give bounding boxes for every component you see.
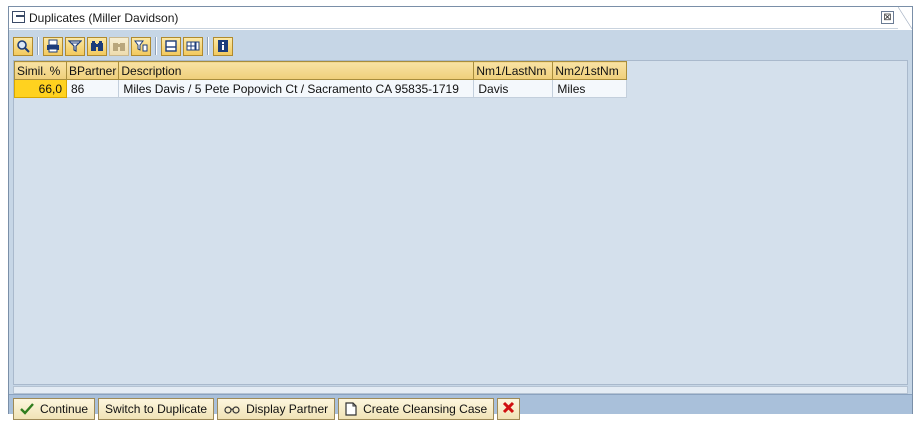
find-next-icon[interactable] <box>109 36 129 56</box>
toolbar-separator <box>37 37 39 55</box>
switch-to-duplicate-button[interactable]: Switch to Duplicate <box>98 398 215 420</box>
table-header-row: Simil. % BPartner Description Nm1/LastNm… <box>14 61 628 80</box>
binoculars-icon[interactable] <box>87 36 107 56</box>
window-icon <box>12 11 25 23</box>
new-document-icon <box>345 402 357 416</box>
switch-to-duplicate-label: Switch to Duplicate <box>105 402 208 416</box>
dialog-footer: Continue Switch to Duplicate Display Par… <box>9 394 912 420</box>
checkmark-icon <box>20 403 34 415</box>
column-header-simil[interactable]: Simil. % <box>14 61 67 80</box>
name2-cell[interactable]: Miles <box>552 79 628 98</box>
close-icon[interactable]: ⊠ <box>881 11 894 24</box>
titlebar-corner <box>898 7 912 29</box>
alv-toolbar <box>13 36 235 56</box>
dialog-titlebar: Duplicates (Miller Davidson) ⊠ <box>9 7 912 29</box>
partner-glasses-icon <box>224 403 240 415</box>
description-cell[interactable]: Miles Davis / 5 Pete Popovich Ct / Sacra… <box>118 79 475 98</box>
display-partner-label: Display Partner <box>246 402 329 416</box>
column-header-name1[interactable]: Nm1/LastNm <box>473 61 554 80</box>
dialog-title: Duplicates (Miller Davidson) <box>29 11 179 25</box>
find-icon[interactable] <box>13 36 33 56</box>
horizontal-scrollbar[interactable] <box>13 386 908 394</box>
print-icon[interactable] <box>43 36 63 56</box>
simil-cell[interactable]: 66,0 <box>14 79 67 98</box>
continue-label: Continue <box>40 402 89 416</box>
dialog-body: Simil. % BPartner Description Nm1/LastNm… <box>9 30 912 420</box>
create-cleansing-case-button[interactable]: Create Cleansing Case <box>338 398 495 420</box>
footer-buttons: Continue Switch to Duplicate Display Par… <box>13 398 523 420</box>
display-partner-button[interactable]: Display Partner <box>217 398 336 420</box>
duplicates-table: Simil. % BPartner Description Nm1/LastNm… <box>14 61 628 98</box>
create-cleansing-case-label: Create Cleansing Case <box>363 402 488 416</box>
toolbar-separator <box>155 37 157 55</box>
continue-button[interactable]: Continue <box>13 398 96 420</box>
duplicates-dialog: Duplicates (Miller Davidson) ⊠ Simil. % … <box>8 6 913 420</box>
print-preview-icon[interactable] <box>161 36 181 56</box>
table-row[interactable]: 66,0 86 Miles Davis / 5 Pete Popovich Ct… <box>14 79 628 98</box>
layout-icon[interactable] <box>183 36 203 56</box>
column-header-bpartner[interactable]: BPartner <box>65 61 120 80</box>
toolbar-separator <box>207 37 209 55</box>
bpartner-cell[interactable]: 86 <box>65 79 120 98</box>
name1-cell[interactable]: Davis <box>473 79 554 98</box>
column-header-description[interactable]: Description <box>118 61 475 80</box>
filter-icon[interactable] <box>65 36 85 56</box>
cancel-x-icon <box>502 401 515 417</box>
results-grid: Simil. % BPartner Description Nm1/LastNm… <box>13 60 908 385</box>
cancel-button[interactable] <box>497 398 521 420</box>
info-icon[interactable] <box>213 36 233 56</box>
set-filter-icon[interactable] <box>131 36 151 56</box>
column-header-name2[interactable]: Nm2/1stNm <box>552 61 628 80</box>
